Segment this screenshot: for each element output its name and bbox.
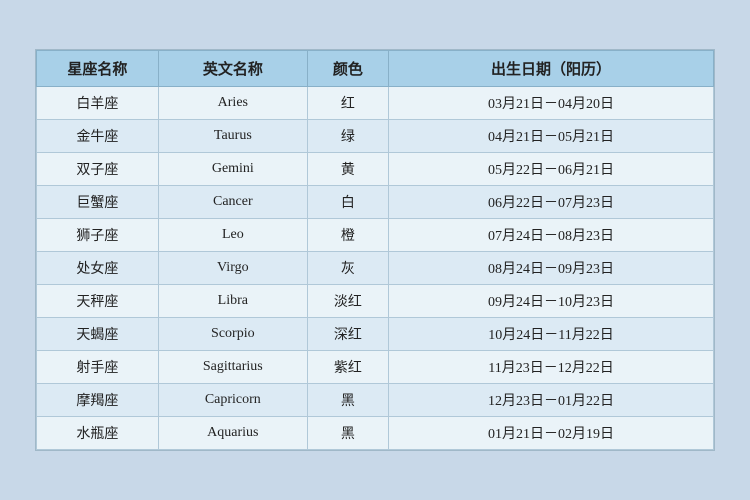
header-chinese: 星座名称 — [37, 51, 159, 87]
table-row: 白羊座Aries红03月21日－04月20日 — [37, 87, 714, 120]
cell-english: Sagittarius — [158, 351, 307, 384]
cell-color: 紫红 — [307, 351, 388, 384]
cell-color: 深红 — [307, 318, 388, 351]
cell-color: 黑 — [307, 417, 388, 450]
zodiac-table-container: 星座名称 英文名称 颜色 出生日期（阳历） 白羊座Aries红03月21日－04… — [35, 49, 715, 451]
table-row: 天蝎座Scorpio深红10月24日－11月22日 — [37, 318, 714, 351]
cell-chinese: 巨蟹座 — [37, 186, 159, 219]
cell-date: 06月22日－07月23日 — [389, 186, 714, 219]
table-row: 狮子座Leo橙07月24日－08月23日 — [37, 219, 714, 252]
cell-english: Aquarius — [158, 417, 307, 450]
table-row: 金牛座Taurus绿04月21日－05月21日 — [37, 120, 714, 153]
cell-chinese: 双子座 — [37, 153, 159, 186]
cell-date: 08月24日－09月23日 — [389, 252, 714, 285]
cell-english: Gemini — [158, 153, 307, 186]
cell-color: 淡红 — [307, 285, 388, 318]
cell-date: 10月24日－11月22日 — [389, 318, 714, 351]
table-row: 摩羯座Capricorn黑12月23日－01月22日 — [37, 384, 714, 417]
cell-english: Aries — [158, 87, 307, 120]
cell-chinese: 金牛座 — [37, 120, 159, 153]
cell-chinese: 水瓶座 — [37, 417, 159, 450]
cell-chinese: 摩羯座 — [37, 384, 159, 417]
cell-color: 灰 — [307, 252, 388, 285]
table-row: 天秤座Libra淡红09月24日－10月23日 — [37, 285, 714, 318]
cell-date: 12月23日－01月22日 — [389, 384, 714, 417]
cell-english: Leo — [158, 219, 307, 252]
cell-color: 橙 — [307, 219, 388, 252]
zodiac-table: 星座名称 英文名称 颜色 出生日期（阳历） 白羊座Aries红03月21日－04… — [36, 50, 714, 450]
cell-date: 04月21日－05月21日 — [389, 120, 714, 153]
cell-chinese: 处女座 — [37, 252, 159, 285]
table-row: 巨蟹座Cancer白06月22日－07月23日 — [37, 186, 714, 219]
header-english: 英文名称 — [158, 51, 307, 87]
cell-english: Virgo — [158, 252, 307, 285]
cell-date: 01月21日－02月19日 — [389, 417, 714, 450]
cell-date: 09月24日－10月23日 — [389, 285, 714, 318]
table-row: 双子座Gemini黄05月22日－06月21日 — [37, 153, 714, 186]
cell-date: 03月21日－04月20日 — [389, 87, 714, 120]
cell-color: 黑 — [307, 384, 388, 417]
cell-english: Capricorn — [158, 384, 307, 417]
cell-date: 05月22日－06月21日 — [389, 153, 714, 186]
cell-color: 绿 — [307, 120, 388, 153]
cell-color: 红 — [307, 87, 388, 120]
header-color: 颜色 — [307, 51, 388, 87]
cell-english: Taurus — [158, 120, 307, 153]
cell-chinese: 天蝎座 — [37, 318, 159, 351]
table-body: 白羊座Aries红03月21日－04月20日金牛座Taurus绿04月21日－0… — [37, 87, 714, 450]
header-date: 出生日期（阳历） — [389, 51, 714, 87]
table-header-row: 星座名称 英文名称 颜色 出生日期（阳历） — [37, 51, 714, 87]
cell-english: Scorpio — [158, 318, 307, 351]
cell-chinese: 天秤座 — [37, 285, 159, 318]
cell-english: Libra — [158, 285, 307, 318]
cell-color: 白 — [307, 186, 388, 219]
cell-english: Cancer — [158, 186, 307, 219]
table-row: 射手座Sagittarius紫红11月23日－12月22日 — [37, 351, 714, 384]
cell-chinese: 射手座 — [37, 351, 159, 384]
cell-date: 11月23日－12月22日 — [389, 351, 714, 384]
table-row: 水瓶座Aquarius黑01月21日－02月19日 — [37, 417, 714, 450]
cell-date: 07月24日－08月23日 — [389, 219, 714, 252]
cell-chinese: 白羊座 — [37, 87, 159, 120]
cell-chinese: 狮子座 — [37, 219, 159, 252]
table-row: 处女座Virgo灰08月24日－09月23日 — [37, 252, 714, 285]
cell-color: 黄 — [307, 153, 388, 186]
